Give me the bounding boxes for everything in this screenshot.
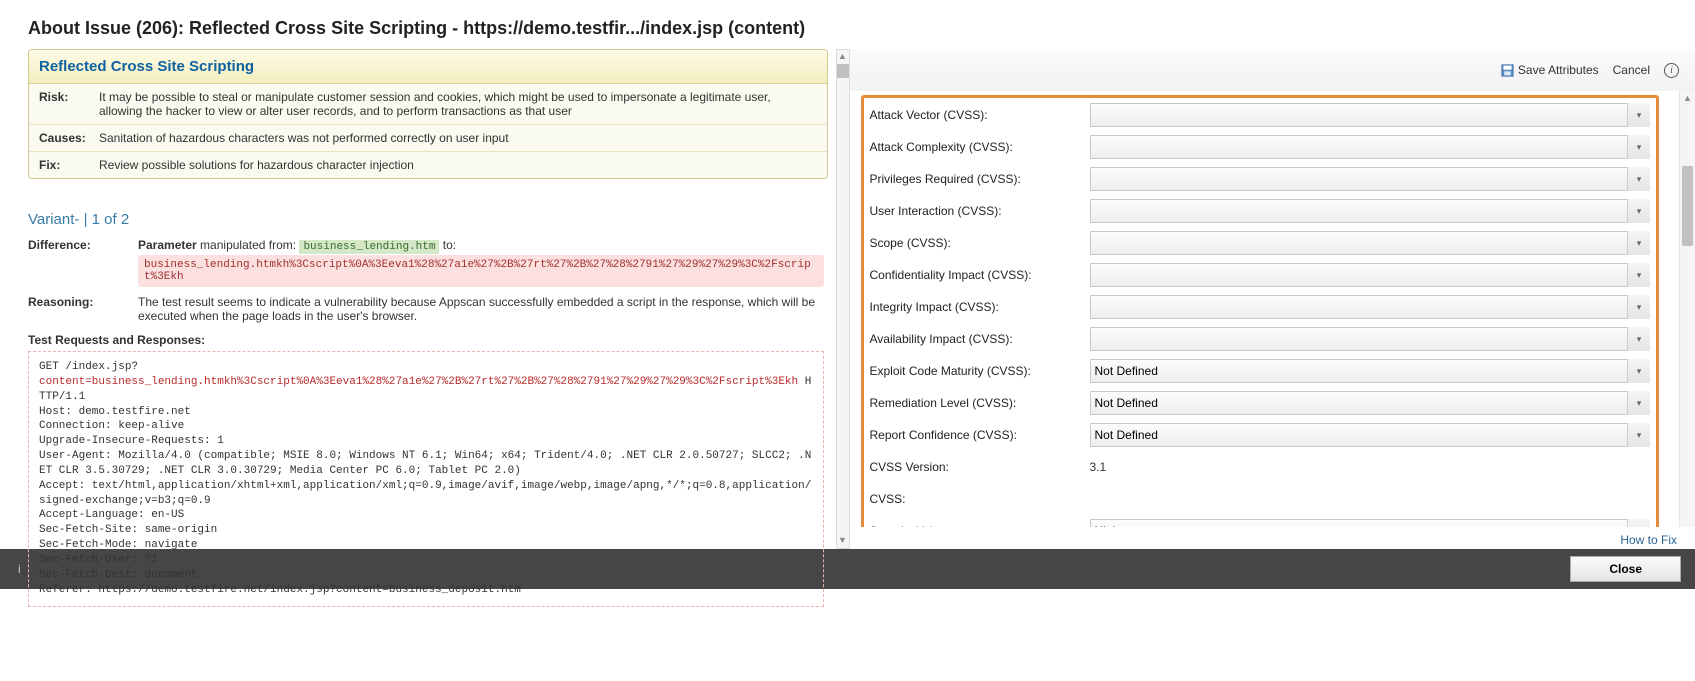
row-scope: Scope (CVSS):	[870, 230, 1651, 256]
label-attack-vector: Attack Vector (CVSS):	[870, 108, 1090, 122]
row-remediation: Remediation Level (CVSS): Not Defined	[870, 390, 1651, 416]
select-user-interaction[interactable]	[1090, 199, 1651, 223]
difference-row: Difference: Parameter manipulated from: …	[28, 238, 842, 287]
reasoning-text: The test result seems to indicate a vuln…	[138, 295, 842, 323]
label-severity: Severity Value:	[870, 524, 1090, 527]
row-attack-complexity: Attack Complexity (CVSS):	[870, 134, 1651, 160]
label-confidentiality: Confidentiality Impact (CVSS):	[870, 268, 1090, 282]
issue-causes-row: Causes: Sanitation of hazardous characte…	[29, 125, 827, 152]
label-remediation: Remediation Level (CVSS):	[870, 396, 1090, 410]
info-icon[interactable]: i	[1664, 63, 1679, 78]
causes-text: Sanitation of hazardous characters was n…	[99, 131, 817, 145]
select-attack-vector[interactable]	[1090, 103, 1651, 127]
main-container: Reflected Cross Site Scripting Risk: It …	[0, 49, 1695, 549]
right-body: Attack Vector (CVSS): Attack Complexity …	[849, 91, 1695, 527]
close-button[interactable]: Close	[1570, 556, 1681, 582]
to-text: to:	[439, 238, 456, 252]
label-cvss: CVSS:	[870, 492, 1090, 506]
value-cvss-version: 3.1	[1090, 460, 1651, 474]
param-original: business_lending.htm	[299, 240, 439, 254]
row-severity: Severity Value: High	[870, 518, 1651, 527]
select-report-conf[interactable]: Not Defined	[1090, 423, 1651, 447]
reasoning-label: Reasoning:	[28, 295, 138, 323]
row-integrity: Integrity Impact (CVSS):	[870, 294, 1651, 320]
fix-label: Fix:	[39, 158, 99, 172]
issue-header: Reflected Cross Site Scripting	[29, 50, 827, 84]
page-title: About Issue (206): Reflected Cross Site …	[0, 0, 1695, 49]
row-report-conf: Report Confidence (CVSS): Not Defined	[870, 422, 1651, 448]
select-severity[interactable]: High	[1090, 519, 1651, 527]
select-integrity[interactable]	[1090, 295, 1651, 319]
scrollbar-thumb[interactable]	[1682, 166, 1693, 246]
scroll-up-icon[interactable]: ▲	[837, 50, 849, 64]
row-availability: Availability Impact (CVSS):	[870, 326, 1651, 352]
right-panel: Save Attributes Cancel i Attack Vector (…	[848, 49, 1695, 549]
save-attributes-label: Save Attributes	[1518, 63, 1599, 77]
row-cvss: CVSS:	[870, 486, 1651, 512]
select-scope[interactable]	[1090, 231, 1651, 255]
left-panel: Reflected Cross Site Scripting Risk: It …	[0, 49, 848, 549]
row-cvss-version: CVSS Version: 3.1	[870, 454, 1651, 480]
right-toolbar: Save Attributes Cancel i	[849, 49, 1695, 91]
row-attack-vector: Attack Vector (CVSS):	[870, 102, 1651, 128]
difference-value: Parameter manipulated from: business_len…	[138, 238, 842, 287]
reasoning-row: Reasoning: The test result seems to indi…	[28, 295, 842, 323]
difference-label: Difference:	[28, 238, 138, 287]
risk-label: Risk:	[39, 90, 99, 104]
form-area: Attack Vector (CVSS): Attack Complexity …	[849, 91, 1680, 527]
how-to-fix-link[interactable]: How to Fix	[849, 527, 1695, 549]
issue-risk-row: Risk: It may be possible to steal or man…	[29, 84, 827, 125]
select-availability[interactable]	[1090, 327, 1651, 351]
select-exploit-maturity[interactable]: Not Defined	[1090, 359, 1651, 383]
select-privileges[interactable]	[1090, 167, 1651, 191]
request-response-box: GET /index.jsp? content=business_lending…	[28, 351, 824, 607]
label-privileges: Privileges Required (CVSS):	[870, 172, 1090, 186]
param-modified: business_lending.htmkh%3Cscript%0A%3Eeva…	[138, 255, 824, 287]
req-content-line: content=business_lending.htmkh%3Cscript%…	[39, 376, 798, 388]
row-exploit-maturity: Exploit Code Maturity (CVSS): Not Define…	[870, 358, 1651, 384]
row-user-interaction: User Interaction (CVSS):	[870, 198, 1651, 224]
variant-title: Variant- | 1 of 2	[28, 211, 842, 228]
scrollbar-thumb[interactable]	[837, 64, 849, 78]
label-exploit-maturity: Exploit Code Maturity (CVSS):	[870, 364, 1090, 378]
cvss-highlight-box: Attack Vector (CVSS): Attack Complexity …	[861, 95, 1660, 527]
issue-summary-box: Reflected Cross Site Scripting Risk: It …	[28, 49, 828, 179]
risk-text: It may be possible to steal or manipulat…	[99, 90, 817, 118]
row-privileges: Privileges Required (CVSS):	[870, 166, 1651, 192]
req-get-line: GET /index.jsp?	[39, 361, 138, 373]
left-scrollbar[interactable]: ▲ ▼	[836, 49, 850, 549]
req-headers: Host: demo.testfire.net Connection: keep…	[39, 406, 811, 596]
manipulated-text: manipulated from:	[197, 238, 300, 252]
select-confidentiality[interactable]	[1090, 263, 1651, 287]
right-scrollbar[interactable]: ▲	[1679, 91, 1695, 527]
cancel-button[interactable]: Cancel	[1613, 63, 1650, 77]
row-confidentiality: Confidentiality Impact (CVSS):	[870, 262, 1651, 288]
label-integrity: Integrity Impact (CVSS):	[870, 300, 1090, 314]
footer-info-icon[interactable]: i	[18, 562, 21, 576]
fix-text: Review possible solutions for hazardous …	[99, 158, 817, 172]
label-attack-complexity: Attack Complexity (CVSS):	[870, 140, 1090, 154]
save-icon	[1501, 64, 1514, 77]
causes-label: Causes:	[39, 131, 99, 145]
label-report-conf: Report Confidence (CVSS):	[870, 428, 1090, 442]
label-scope: Scope (CVSS):	[870, 236, 1090, 250]
label-availability: Availability Impact (CVSS):	[870, 332, 1090, 346]
select-attack-complexity[interactable]	[1090, 135, 1651, 159]
label-user-interaction: User Interaction (CVSS):	[870, 204, 1090, 218]
scroll-down-icon[interactable]: ▼	[837, 534, 849, 548]
issue-fix-row: Fix: Review possible solutions for hazar…	[29, 152, 827, 178]
param-word: Parameter	[138, 238, 197, 252]
scroll-up-icon[interactable]: ▲	[1680, 92, 1695, 106]
select-remediation[interactable]: Not Defined	[1090, 391, 1651, 415]
save-attributes-button[interactable]: Save Attributes	[1501, 63, 1599, 77]
label-cvss-version: CVSS Version:	[870, 460, 1090, 474]
test-requests-header: Test Requests and Responses:	[28, 333, 842, 347]
